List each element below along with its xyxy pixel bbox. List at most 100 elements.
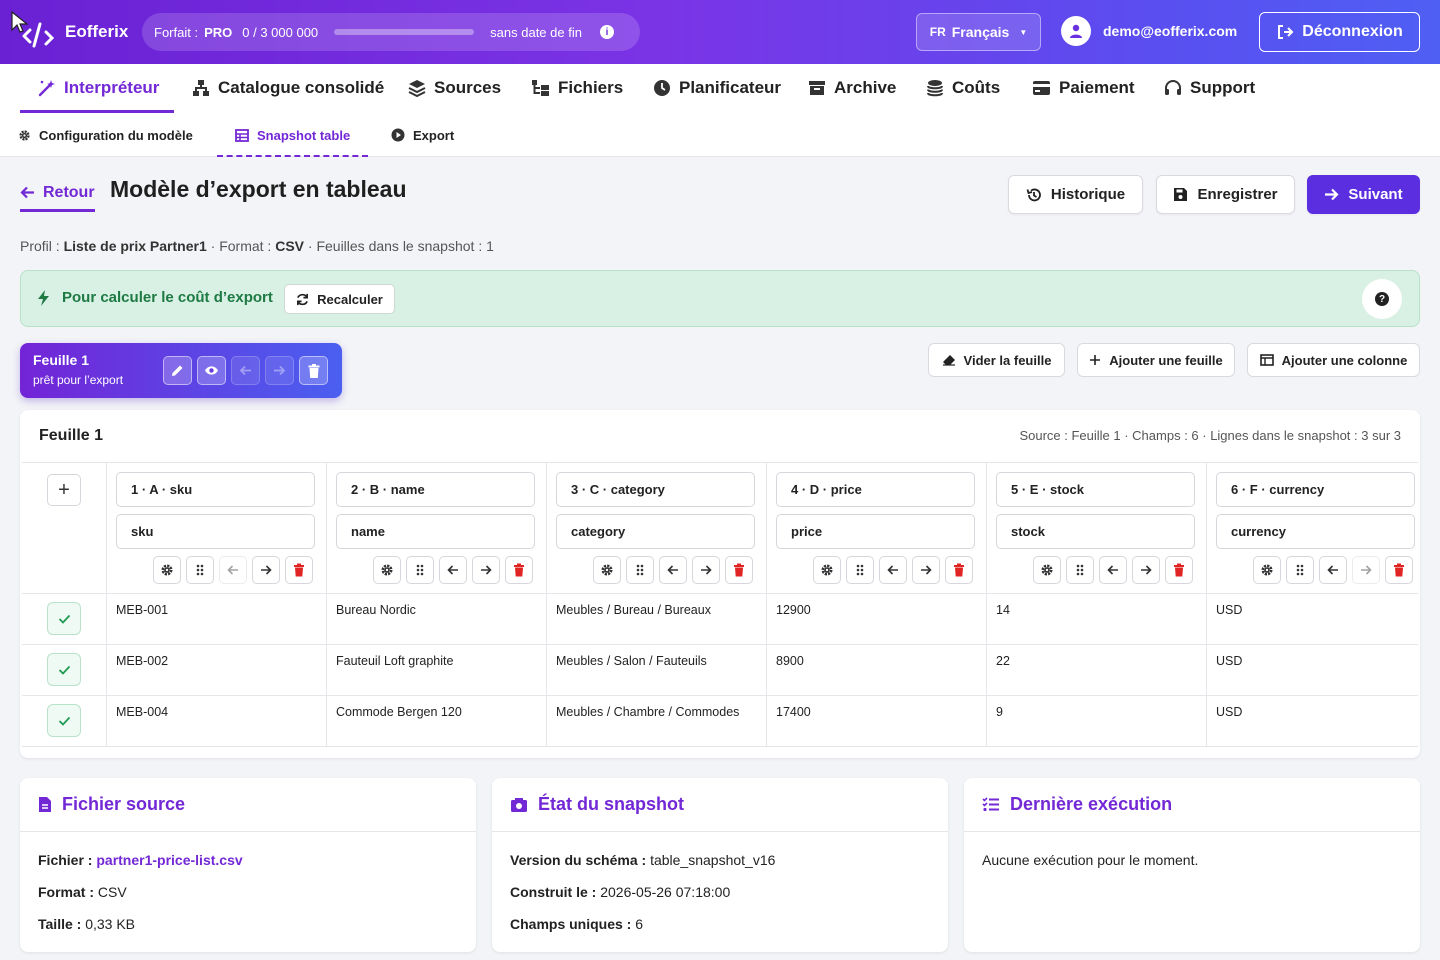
column-drag-handle[interactable] bbox=[1286, 556, 1314, 584]
column-field-input[interactable]: stock bbox=[996, 514, 1195, 549]
column-drag-handle[interactable] bbox=[406, 556, 434, 584]
column-header-input[interactable]: 4 · D · price bbox=[776, 472, 975, 507]
source-file-link[interactable]: partner1-price-list.csv bbox=[96, 852, 242, 868]
column-header-input[interactable]: 1 · A · sku bbox=[116, 472, 315, 507]
trash-icon bbox=[954, 563, 964, 577]
file-icon bbox=[39, 797, 51, 812]
gear-icon bbox=[821, 564, 833, 576]
usage-progress-bar bbox=[334, 29, 475, 35]
row-select-checkbox[interactable] bbox=[47, 653, 81, 686]
move-column-right-button[interactable] bbox=[1352, 556, 1380, 584]
help-button[interactable]: ? bbox=[1362, 279, 1402, 319]
nav-item-paiement[interactable]: Paiement bbox=[1032, 64, 1135, 112]
tab-configuration[interactable]: Configuration du modèle bbox=[18, 114, 193, 156]
column-field-input[interactable]: category bbox=[556, 514, 755, 549]
table-cell: Meubles / Salon / Fauteuils bbox=[556, 654, 707, 668]
nav-item-interpreteur[interactable]: Interpréteur bbox=[38, 64, 159, 112]
trash-icon bbox=[1174, 563, 1184, 577]
delete-column-button[interactable] bbox=[1165, 556, 1193, 584]
nav-item-couts[interactable]: Coûts bbox=[926, 64, 1000, 112]
move-column-left-button[interactable] bbox=[659, 556, 687, 584]
move-column-left-button[interactable] bbox=[879, 556, 907, 584]
back-link[interactable]: Retour bbox=[20, 180, 95, 212]
column-drag-handle[interactable] bbox=[846, 556, 874, 584]
logout-button[interactable]: Déconnexion bbox=[1259, 12, 1420, 52]
move-column-right-button[interactable] bbox=[252, 556, 280, 584]
next-button[interactable]: Suivant bbox=[1307, 175, 1420, 214]
sub-nav: Configuration du modèle Snapshot table E… bbox=[0, 114, 1440, 157]
column-settings-button[interactable] bbox=[1253, 556, 1281, 584]
nav-label: Planificateur bbox=[679, 78, 782, 97]
info-icon[interactable]: i bbox=[599, 25, 614, 39]
delete-column-button[interactable] bbox=[725, 556, 753, 584]
move-column-left-button[interactable] bbox=[439, 556, 467, 584]
add-column-button[interactable]: Ajouter une colonne bbox=[1247, 343, 1420, 377]
move-column-left-button[interactable] bbox=[1099, 556, 1127, 584]
nav-item-catalogue[interactable]: Catalogue consolidé bbox=[192, 64, 384, 112]
move-sheet-left-button[interactable] bbox=[231, 356, 260, 385]
row-select-checkbox[interactable] bbox=[47, 704, 81, 737]
recalculate-button[interactable]: Recalculer bbox=[284, 284, 395, 314]
row-select-checkbox[interactable] bbox=[47, 602, 81, 635]
eraser-icon bbox=[942, 355, 955, 366]
plan-usage-pill: Forfait : PRO 0 / 3 000 000 sans date de… bbox=[142, 13, 640, 51]
history-icon bbox=[1026, 188, 1041, 201]
column-settings-button[interactable] bbox=[593, 556, 621, 584]
nav-label: Fichiers bbox=[558, 78, 624, 97]
grip-icon bbox=[1296, 564, 1304, 576]
add-sheet-button[interactable]: Ajouter une feuille bbox=[1077, 343, 1235, 377]
column-settings-button[interactable] bbox=[373, 556, 401, 584]
column-field-input[interactable]: currency bbox=[1216, 514, 1415, 549]
edit-sheet-button[interactable] bbox=[163, 356, 192, 385]
tab-export[interactable]: Export bbox=[391, 114, 454, 156]
sheet-tab-feuille-1[interactable]: Feuille 1 prêt pour l’export bbox=[20, 343, 342, 398]
preview-sheet-button[interactable] bbox=[197, 356, 226, 385]
delete-column-button[interactable] bbox=[505, 556, 533, 584]
nav-label: Archive bbox=[834, 78, 897, 97]
column-drag-handle[interactable] bbox=[1066, 556, 1094, 584]
delete-column-button[interactable] bbox=[1385, 556, 1413, 584]
column-header-input[interactable]: 6 · F · currency bbox=[1216, 472, 1415, 507]
brand-name[interactable]: Eofferix bbox=[65, 22, 128, 42]
nav-item-archive[interactable]: Archive bbox=[808, 64, 896, 112]
column-field-input[interactable]: sku bbox=[116, 514, 315, 549]
language-select[interactable]: FR Français ▼ bbox=[916, 13, 1041, 51]
column-field-input[interactable]: name bbox=[336, 514, 535, 549]
save-button[interactable]: Enregistrer bbox=[1156, 175, 1295, 214]
tab-snapshot-table[interactable]: Snapshot table bbox=[235, 114, 350, 156]
column-field-input[interactable]: price bbox=[776, 514, 975, 549]
user-menu[interactable]: demo@eofferix.com bbox=[1061, 16, 1237, 46]
move-column-right-button[interactable] bbox=[1132, 556, 1160, 584]
delete-column-button[interactable] bbox=[945, 556, 973, 584]
move-sheet-right-button[interactable] bbox=[265, 356, 294, 385]
nav-item-fichiers[interactable]: Fichiers bbox=[531, 64, 623, 112]
history-button[interactable]: Historique bbox=[1008, 175, 1143, 214]
nav-item-planificateur[interactable]: Planificateur bbox=[653, 64, 781, 112]
column-settings-button[interactable] bbox=[1033, 556, 1061, 584]
logo-icon[interactable] bbox=[10, 10, 54, 50]
column-header-input[interactable]: 2 · B · name bbox=[336, 472, 535, 507]
column-settings-button[interactable] bbox=[153, 556, 181, 584]
trash-icon bbox=[294, 563, 304, 577]
move-column-left-button[interactable] bbox=[219, 556, 247, 584]
move-column-right-button[interactable] bbox=[912, 556, 940, 584]
column-header-input[interactable]: 5 · E · stock bbox=[996, 472, 1195, 507]
delete-column-button[interactable] bbox=[285, 556, 313, 584]
column-header-input[interactable]: 3 · C · category bbox=[556, 472, 755, 507]
nav-item-support[interactable]: Support bbox=[1164, 64, 1255, 112]
move-column-left-button[interactable] bbox=[1319, 556, 1347, 584]
column-drag-handle[interactable] bbox=[186, 556, 214, 584]
nav-item-sources[interactable]: Sources bbox=[408, 64, 501, 112]
table-cell: 8900 bbox=[776, 654, 804, 668]
move-column-right-button[interactable] bbox=[472, 556, 500, 584]
nav-label: Interpréteur bbox=[64, 78, 160, 97]
column-settings-button[interactable] bbox=[813, 556, 841, 584]
move-column-right-button[interactable] bbox=[692, 556, 720, 584]
clear-sheet-button[interactable]: Vider la feuille bbox=[928, 343, 1065, 377]
table-cell: 9 bbox=[996, 705, 1003, 719]
pencil-icon bbox=[172, 365, 183, 376]
add-column-inline-button[interactable]: + bbox=[47, 474, 81, 506]
sheet-name: Feuille 1 bbox=[33, 352, 90, 368]
delete-sheet-button[interactable] bbox=[299, 356, 328, 385]
column-drag-handle[interactable] bbox=[626, 556, 654, 584]
